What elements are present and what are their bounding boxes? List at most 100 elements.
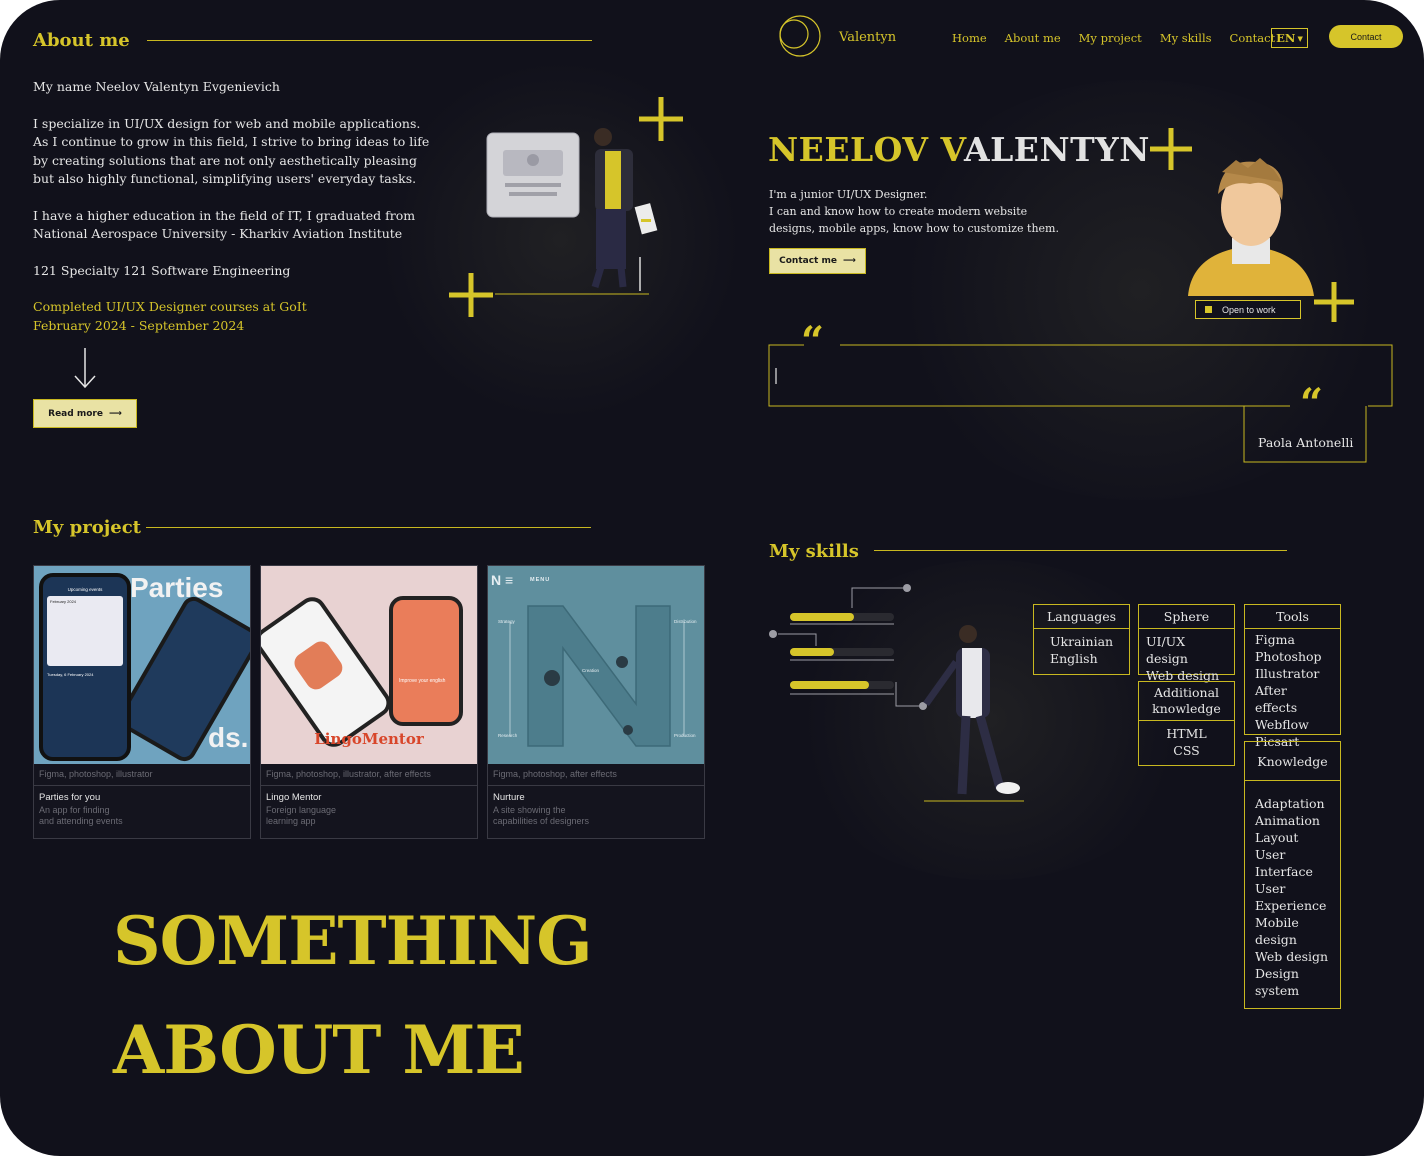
skill-item: Mobile [1255, 915, 1299, 930]
project-tags: Figma, photoshop, after effects [488, 764, 704, 786]
about-illustration [449, 97, 683, 317]
about-paragraph-2: I have a higher education in the field o… [33, 207, 416, 242]
project-thumbnail: Parties you fr ds. Upcoming events Febru… [34, 566, 250, 764]
skills-sphere-title: Sphere [1139, 605, 1234, 629]
skill-item: Photoshop [1255, 649, 1322, 664]
skill-item: system [1255, 983, 1300, 998]
about-name-line: My name Neelov Valentyn Evgenievich [33, 79, 280, 94]
phone-month: February 2024 [50, 599, 77, 604]
skill-item: Webflow [1255, 717, 1309, 732]
project-desc-line-1: An app for finding [39, 805, 110, 815]
phone-mockup-orange: Improve your english [389, 596, 463, 726]
skills-additional-list: HTML CSS [1139, 721, 1234, 763]
project-tags: Figma, photoshop, illustrator [34, 764, 250, 786]
skills-illustration [769, 584, 1024, 802]
contact-me-button[interactable]: Contact me ⟶ [769, 248, 866, 274]
skill-item: Interface [1255, 864, 1313, 879]
course-line-2: February 2024 - September 2024 [33, 317, 245, 333]
skill-item: CSS [1173, 743, 1200, 758]
about-title-line [147, 40, 592, 41]
open-to-work-badge: Open to work [1195, 300, 1301, 319]
quote-close-icon: “ [1300, 380, 1324, 427]
skills-knowledge-list: Adaptation Animation Layout User Interfa… [1245, 781, 1340, 999]
skill-bar-fill [790, 613, 854, 621]
phone-illustration [290, 637, 347, 694]
skills-tools-title: Tools [1245, 605, 1340, 629]
skill-item: Figma [1255, 632, 1295, 647]
skills-tools-list: Figma Photoshop Illustrator After effect… [1245, 629, 1340, 752]
about-title: About me [33, 30, 130, 51]
nav-home[interactable]: Home [952, 31, 987, 45]
tagline-line-2: ABOUT ME [113, 1011, 525, 1089]
thumb-text-parties: Parties [130, 572, 224, 603]
hero-name-v: V [940, 130, 964, 169]
skill-item: HTML [1166, 726, 1207, 741]
nav-about-me[interactable]: About me [1005, 31, 1061, 45]
skills-additional-box: Additional knowledge HTML CSS [1138, 681, 1235, 766]
project-desc-line-2: and attending events [39, 816, 123, 826]
project-desc-line-2: capabilities of designers [493, 816, 590, 826]
skill-item: User [1255, 847, 1286, 862]
nav-my-project[interactable]: My project [1079, 31, 1142, 45]
nurture-n-graphic [509, 605, 685, 747]
phone-text: Improve your english [399, 678, 446, 684]
project-name: Parties for you [39, 792, 101, 803]
quote-open-icon: “ [801, 318, 825, 365]
header-contact-button[interactable]: Contact [1329, 25, 1403, 48]
skills-tools-box: Tools Figma Photoshop Illustrator After … [1244, 604, 1341, 749]
skills-additional-title: Additional knowledge [1139, 682, 1234, 721]
skill-item: Illustrator [1255, 666, 1320, 681]
arrow-right-icon: ⟶ [842, 256, 856, 266]
skill-item: English [1050, 651, 1098, 666]
skill-item: Web design [1255, 949, 1329, 964]
project-desc-line-2: learning app [266, 816, 316, 826]
project-card-parties[interactable]: Parties you fr ds. Upcoming events Febru… [33, 565, 251, 839]
skill-item: Design [1255, 966, 1299, 981]
tagline-line-1: SOMETHING [113, 902, 593, 980]
projects-title-line [146, 527, 591, 528]
skill-item: UI/UX design [1146, 634, 1188, 666]
hero-avatar-illustration [1150, 128, 1354, 322]
skills-sphere-box: Sphere UI/UX design Web design [1138, 604, 1235, 683]
skill-item: Ukrainian [1050, 634, 1114, 649]
open-to-work-label: Open to work [1222, 304, 1276, 315]
phone-mockup: Upcoming events February 2024 Tuesday, 6… [39, 573, 131, 761]
phone-mockup-white [261, 591, 396, 753]
phone-calendar: February 2024 [47, 596, 123, 666]
skill-item: Adaptation [1255, 796, 1325, 811]
arrow-down-icon [74, 348, 96, 389]
nav-contact[interactable]: Contact [1230, 31, 1276, 45]
nurture-label-research: Research [498, 733, 518, 738]
about-text: My name Neelov Valentyn Evgenievich I sp… [33, 78, 433, 335]
nurture-label-distribution: Distribution [674, 619, 697, 624]
lingo-mentor-brand: LingoMentor [314, 730, 424, 748]
project-card-nurture[interactable]: N ≡ MENU Strategy Creation Research Dist… [487, 565, 705, 839]
project-card-lingo-mentor[interactable]: Improve your english LingoMentor Figma, … [260, 565, 478, 839]
skill-item: design [1255, 932, 1297, 947]
thumb-text-ds: ds. [208, 722, 249, 753]
quote-author: Paola Antonelli [1258, 435, 1354, 450]
nurture-label-production: Production [674, 733, 696, 738]
project-desc-line-1: A site showing the [493, 805, 566, 815]
about-paragraph-3: 121 Specialty 121 Software Engineering [33, 262, 291, 278]
language-select[interactable]: EN ▼ [1271, 28, 1308, 48]
skills-languages-title: Languages [1034, 605, 1129, 629]
read-more-label: Read more [48, 408, 103, 419]
logo-text[interactable]: Valentyn [839, 30, 896, 45]
project-tags: Figma, photoshop, illustrator, after eff… [261, 764, 477, 786]
nav-my-skills[interactable]: My skills [1160, 31, 1212, 45]
skill-item: After effects [1255, 683, 1298, 715]
nurture-label-strategy: Strategy [498, 619, 515, 624]
skills-title-line [874, 550, 1287, 551]
course-line-1: Completed UI/UX Designer courses at GoIt [33, 299, 307, 314]
read-more-button[interactable]: Read more ⟶ [33, 399, 137, 428]
contact-me-label: Contact me [779, 256, 837, 266]
project-desc-line-1: Foreign language [266, 805, 337, 815]
logo-icon[interactable] [774, 14, 824, 60]
nurture-label-creation: Creation [582, 668, 600, 673]
skill-item: User [1255, 881, 1286, 896]
skill-bar-fill [790, 681, 869, 689]
hero-name-rest: ALENTYN [964, 130, 1150, 169]
project-thumbnail: N ≡ MENU Strategy Creation Research Dist… [488, 566, 704, 764]
project-name: Nurture [493, 792, 525, 803]
